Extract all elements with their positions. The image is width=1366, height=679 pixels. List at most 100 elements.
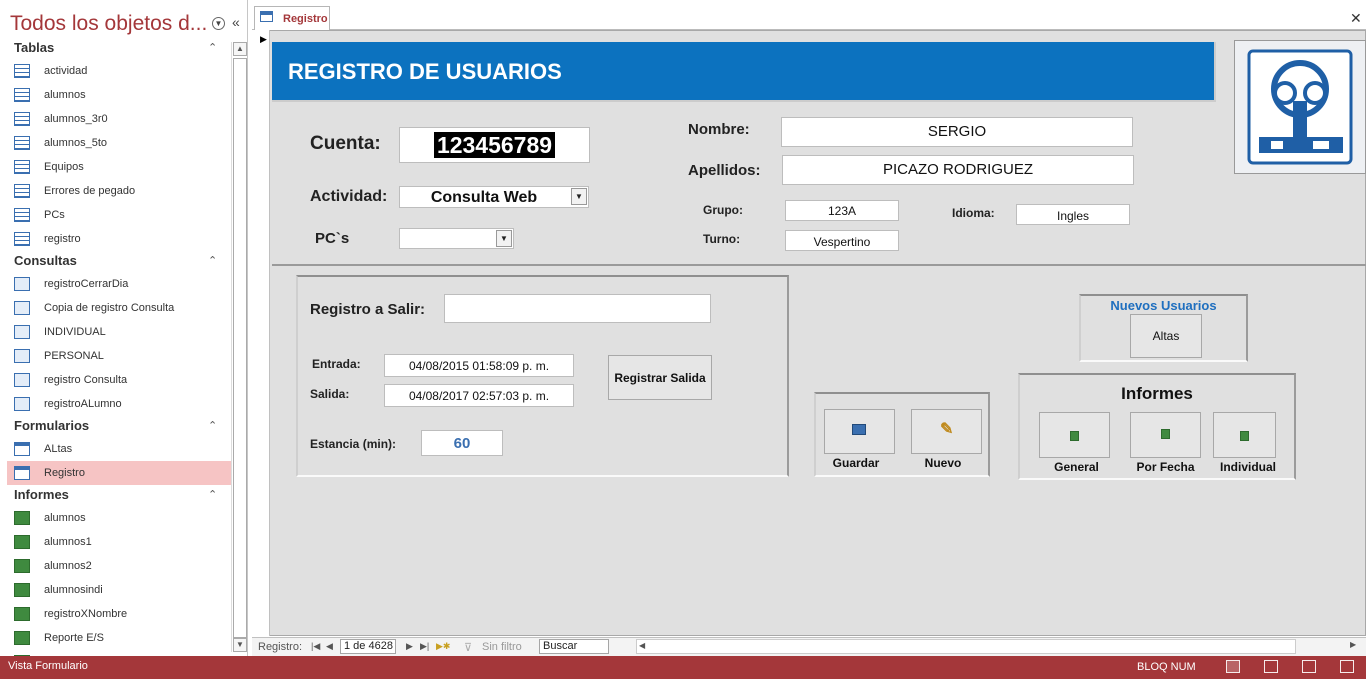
nav-item[interactable]: actividad <box>0 59 232 83</box>
table-icon <box>14 208 30 222</box>
nav-item[interactable]: alumnosindi <box>0 578 232 602</box>
nav-item[interactable]: alumnos <box>0 506 232 530</box>
nav-item[interactable]: alumnos_5to <box>0 131 232 155</box>
record-selector[interactable]: ▶ <box>256 30 270 636</box>
nav-item-label: alumnos2 <box>44 560 92 572</box>
nav-item[interactable]: Errores de pegado <box>0 179 232 203</box>
last-record-icon[interactable]: ▶| <box>420 641 429 652</box>
prev-record-icon[interactable]: ◀ <box>326 641 333 652</box>
nav-item[interactable]: registro Consulta <box>0 368 232 392</box>
individual-report-button[interactable] <box>1213 412 1276 458</box>
table-icon <box>14 160 30 174</box>
grupo-field[interactable]: 123A <box>785 200 899 221</box>
report-icon <box>14 607 30 621</box>
scroll-down-icon[interactable]: ▼ <box>233 638 247 652</box>
scroll-thumb[interactable] <box>233 58 247 638</box>
estancia-label: Estancia (min): <box>310 437 397 451</box>
cuenta-value: 123456789 <box>433 132 556 158</box>
filter-status[interactable]: Sin filtro <box>482 641 522 653</box>
nav-item-label: alumnos <box>44 89 86 101</box>
chevron-down-icon[interactable]: ▼ <box>496 230 512 247</box>
chevron-up-icon[interactable]: ⌃ <box>208 485 217 505</box>
layout-view-icon[interactable] <box>1302 660 1316 673</box>
individual-label: Individual <box>1219 460 1276 474</box>
nav-item[interactable]: INDIVIDUAL <box>0 320 232 344</box>
turno-field[interactable]: Vespertino <box>785 230 899 251</box>
nav-item-label: actividad <box>44 65 88 77</box>
salida-field[interactable]: 04/08/2017 02:57:03 p. m. <box>384 384 574 407</box>
altas-button[interactable]: Altas <box>1130 314 1202 358</box>
nav-item-label: alumnos <box>44 512 86 524</box>
nombre-field[interactable]: SERGIO <box>781 117 1133 147</box>
general-report-button[interactable] <box>1039 412 1110 458</box>
nav-item[interactable]: Equipos <box>0 155 232 179</box>
search-input[interactable]: Buscar <box>539 639 609 654</box>
nav-section-query[interactable]: Consultas ⌃ <box>0 251 232 272</box>
nav-item-label: PCs <box>44 209 65 221</box>
estancia-field[interactable]: 60 <box>421 430 503 456</box>
nav-item-label: registro <box>44 233 81 245</box>
design-view-icon[interactable] <box>1340 660 1354 673</box>
cuenta-label: Cuenta: <box>310 133 381 154</box>
nav-item[interactable]: registroXNombre <box>0 602 232 626</box>
chevron-up-icon[interactable]: ⌃ <box>208 251 217 271</box>
nav-section-table[interactable]: Tablas ⌃ <box>0 38 232 59</box>
por-fecha-report-button[interactable] <box>1130 412 1201 458</box>
new-record-icon[interactable]: ▶✱ <box>436 641 450 652</box>
nav-item-label: registro Consulta <box>44 374 128 386</box>
nav-item[interactable]: Reporte E/S <box>0 626 232 650</box>
nav-item[interactable]: Copia de registro Consulta <box>0 296 232 320</box>
next-record-icon[interactable]: ▶ <box>406 641 413 652</box>
close-icon[interactable]: ✕ <box>1350 10 1362 27</box>
actividad-select[interactable]: Consulta Web <box>399 186 589 208</box>
query-icon <box>14 349 30 363</box>
filter-icon[interactable]: ⊽ <box>464 641 472 654</box>
nav-item[interactable]: PCs <box>0 203 232 227</box>
nav-item[interactable]: alumnos1 <box>0 530 232 554</box>
nuevo-button[interactable]: ✎ <box>911 409 982 454</box>
chevron-up-icon[interactable]: ⌃ <box>208 38 217 58</box>
query-icon <box>14 301 30 315</box>
chevron-up-icon[interactable]: ⌃ <box>208 416 217 436</box>
nav-item[interactable]: alumnos_3r0 <box>0 107 232 131</box>
report-icon <box>14 583 30 597</box>
cuenta-field[interactable]: 123456789 <box>399 127 590 163</box>
guardar-button[interactable] <box>824 409 895 454</box>
nav-item[interactable]: PERSONAL <box>0 344 232 368</box>
report-icon <box>1161 429 1170 439</box>
apellidos-field[interactable]: PICAZO RODRIGUEZ <box>782 155 1134 185</box>
nav-item[interactable]: registroALumno <box>0 392 232 416</box>
form-view-icon[interactable] <box>1226 660 1240 673</box>
nav-item-label: Equipos <box>44 161 84 173</box>
horizontal-scrollbar[interactable]: ◀ <box>636 639 1296 654</box>
nav-pane-title[interactable]: Todos los objetos d... <box>10 12 207 36</box>
datasheet-view-icon[interactable] <box>1264 660 1278 673</box>
nav-item[interactable]: Registro <box>7 461 232 485</box>
nav-scrollbar[interactable]: ▲ ▼ <box>231 42 247 652</box>
nav-section-report[interactable]: Informes ⌃ <box>0 485 232 506</box>
nav-item[interactable]: alumnos <box>0 83 232 107</box>
nav-item[interactable]: ALtas <box>0 437 232 461</box>
scroll-up-icon[interactable]: ▲ <box>233 42 247 56</box>
guardar-label: Guardar <box>832 456 880 470</box>
nav-collapse-icon[interactable]: « <box>232 14 240 30</box>
scroll-left-icon[interactable]: ◀ <box>639 641 645 650</box>
idioma-field[interactable]: Ingles <box>1016 204 1130 225</box>
nav-section-form[interactable]: Formularios ⌃ <box>0 416 232 437</box>
nombre-label: Nombre: <box>688 121 750 138</box>
nav-item-label: Reporte E/S <box>44 632 104 644</box>
nav-object-list: Tablas ⌃ actividad alumnos alumnos_3r0 alumno… <box>0 38 232 656</box>
chevron-down-icon[interactable]: ▼ <box>571 188 587 205</box>
nav-item[interactable]: alumnos2 <box>0 554 232 578</box>
nav-item[interactable]: registro <box>0 227 232 251</box>
nav-menu-chevron-icon[interactable]: ▼ <box>212 17 225 30</box>
entrada-label: Entrada: <box>312 357 361 371</box>
registrar-salida-button[interactable]: Registrar Salida <box>608 355 712 400</box>
entrada-field[interactable]: 04/08/2015 01:58:09 p. m. <box>384 354 574 377</box>
registro-salir-field[interactable] <box>444 294 711 323</box>
table-icon <box>14 88 30 102</box>
first-record-icon[interactable]: |◀ <box>311 641 320 652</box>
record-number-field[interactable]: 1 de 4628 <box>340 639 396 654</box>
scroll-right-icon[interactable]: ▶ <box>1350 640 1356 649</box>
nav-item[interactable]: registroCerrarDia <box>0 272 232 296</box>
